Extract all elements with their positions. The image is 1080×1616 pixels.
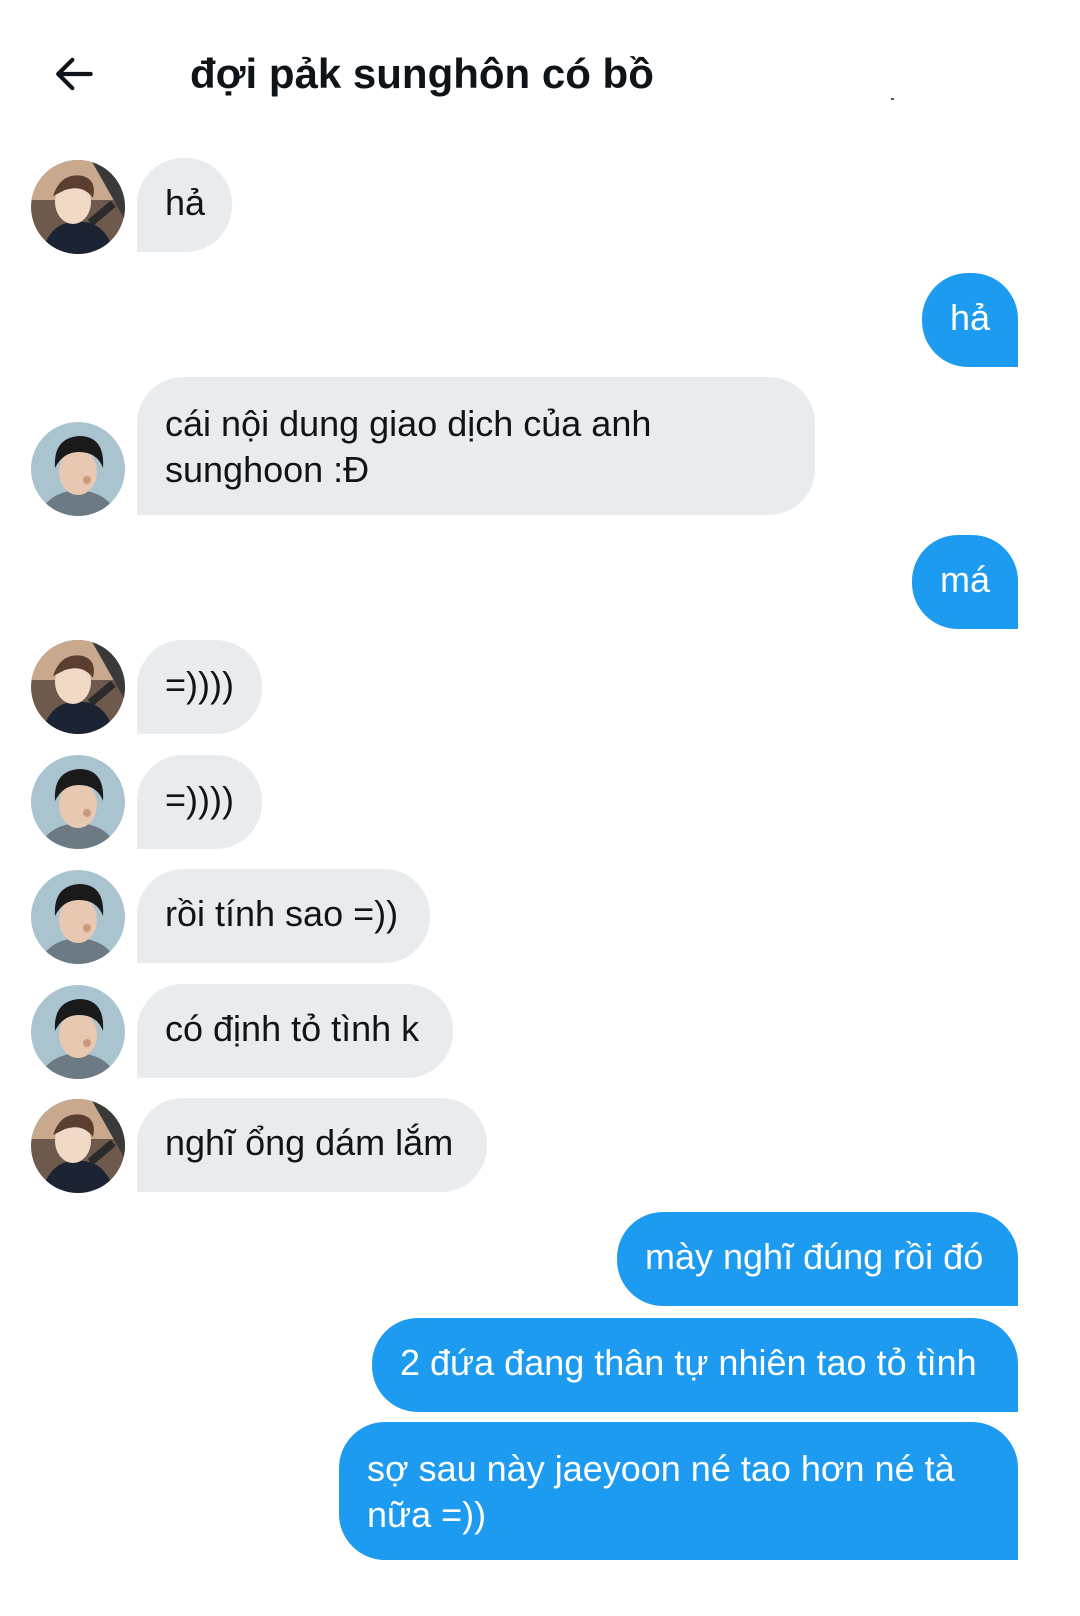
outgoing-message-bubble[interactable]: 2 đứa đang thân tự nhiên tao tỏ tình: [372, 1318, 1018, 1412]
avatar[interactable]: [31, 160, 125, 254]
conversation-title: đợi pảk sunghôn có bồ: [190, 50, 654, 97]
avatar[interactable]: [31, 1099, 125, 1193]
incoming-message-bubble[interactable]: =)))): [137, 755, 262, 849]
outgoing-message-bubble[interactable]: sợ sau này jaeyoon né tao hơn né tà nữa …: [339, 1422, 1018, 1560]
incoming-message-bubble[interactable]: hả: [137, 158, 232, 252]
outgoing-message-bubble[interactable]: mày nghĩ đúng rồi đó: [617, 1212, 1018, 1306]
status-dot: [891, 98, 894, 100]
avatar[interactable]: [31, 985, 125, 1079]
incoming-message-bubble[interactable]: nghĩ ổng dám lắm: [137, 1098, 487, 1192]
avatar[interactable]: [31, 755, 125, 849]
arrow-left-icon: [49, 49, 99, 99]
incoming-message-bubble[interactable]: rồi tính sao =)): [137, 869, 430, 963]
avatar[interactable]: [31, 640, 125, 734]
incoming-message-bubble[interactable]: có định tỏ tình k: [137, 984, 453, 1078]
incoming-message-bubble[interactable]: =)))): [137, 640, 262, 734]
outgoing-message-bubble[interactable]: hả: [922, 273, 1018, 367]
incoming-message-bubble[interactable]: cái nội dung giao dịch của anh sunghoon …: [137, 377, 815, 515]
back-button[interactable]: [44, 44, 104, 104]
avatar[interactable]: [31, 422, 125, 516]
avatar[interactable]: [31, 870, 125, 964]
outgoing-message-bubble[interactable]: má: [912, 535, 1018, 629]
conversation-header: đợi pảk sunghôn có bồ: [0, 0, 1080, 140]
